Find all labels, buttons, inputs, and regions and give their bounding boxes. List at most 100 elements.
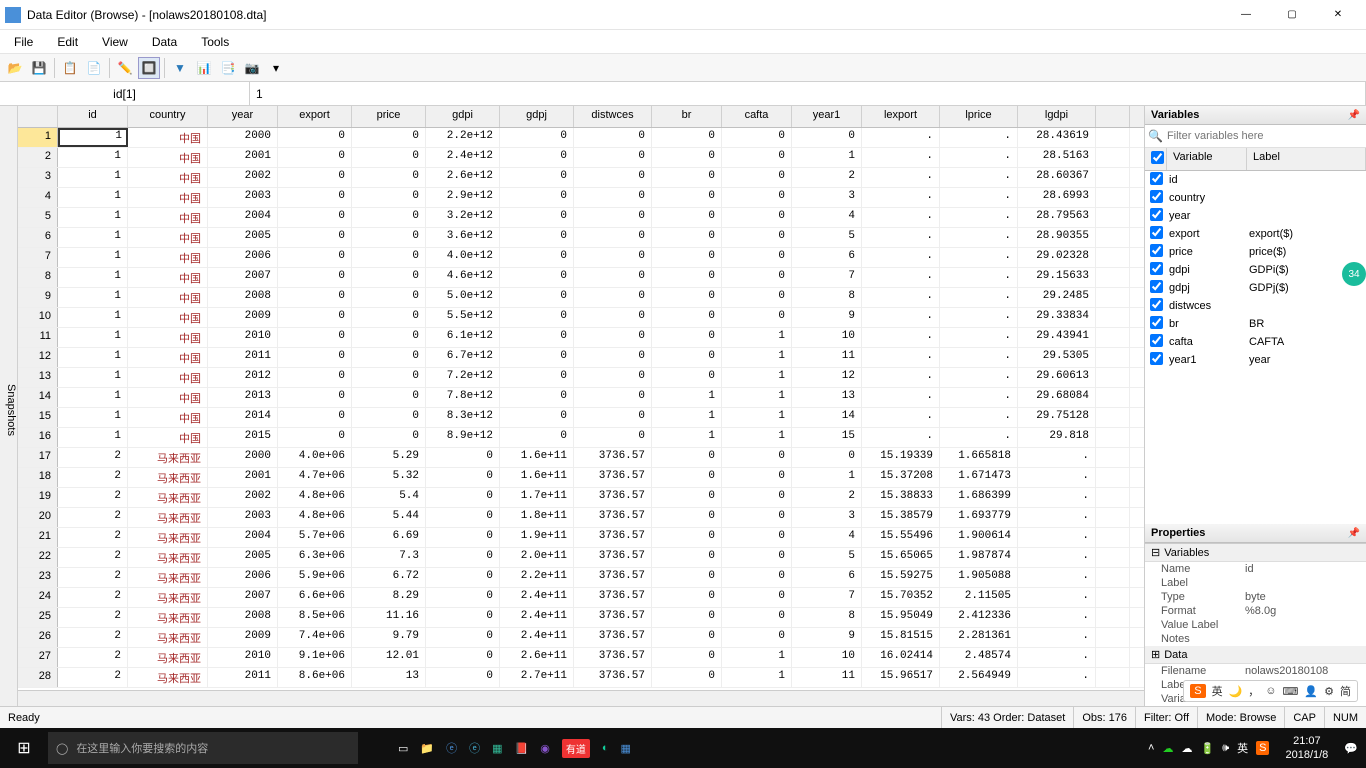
ime-keyboard-icon[interactable]: ⌨ bbox=[1283, 685, 1299, 698]
table-row[interactable]: 61中国2005003.6e+1200005..28.90355 bbox=[18, 228, 1144, 248]
col-lgdpi[interactable]: lgdpi bbox=[1018, 106, 1096, 127]
cell-lexport[interactable]: 15.38833 bbox=[862, 488, 940, 507]
app-icon[interactable]: ◉ bbox=[540, 742, 550, 755]
cell-id[interactable]: 1 bbox=[58, 128, 128, 147]
cell-lexport[interactable]: 15.95049 bbox=[862, 608, 940, 627]
cell-br[interactable]: 0 bbox=[652, 228, 722, 247]
cell-gdpi[interactable]: 3.6e+12 bbox=[426, 228, 500, 247]
cell-price[interactable]: 6.72 bbox=[352, 568, 426, 587]
cell-country[interactable]: 马来西亚 bbox=[128, 448, 208, 467]
cell-lgdpi[interactable]: . bbox=[1018, 628, 1096, 647]
open-icon[interactable]: 📂 bbox=[4, 57, 26, 79]
start-button[interactable]: ⊞ bbox=[0, 728, 48, 768]
cell-gdpj[interactable]: 1.6e+11 bbox=[500, 468, 574, 487]
cell-lgdpj[interactable] bbox=[1096, 508, 1130, 527]
cell-id[interactable]: 2 bbox=[58, 568, 128, 587]
cell-country[interactable]: 中国 bbox=[128, 428, 208, 447]
cell-price[interactable]: 0 bbox=[352, 208, 426, 227]
cell-id[interactable]: 2 bbox=[58, 628, 128, 647]
ime-moon-icon[interactable]: 🌙 bbox=[1229, 685, 1243, 698]
table-row[interactable]: 121中国2011006.7e+12000111..29.5305 bbox=[18, 348, 1144, 368]
cell-lgdpj[interactable] bbox=[1096, 308, 1130, 327]
cell-year1[interactable]: 13 bbox=[792, 388, 862, 407]
cell-lgdpj[interactable] bbox=[1096, 488, 1130, 507]
cell-year1[interactable]: 6 bbox=[792, 248, 862, 267]
cell-gdpj[interactable]: 0 bbox=[500, 168, 574, 187]
variable-row[interactable]: gdpiGDPi($) bbox=[1145, 261, 1366, 279]
cell-country[interactable]: 中国 bbox=[128, 328, 208, 347]
cell-br[interactable]: 0 bbox=[652, 148, 722, 167]
cell-gdpj[interactable]: 2.7e+11 bbox=[500, 668, 574, 687]
cell-lgdpj[interactable] bbox=[1096, 128, 1130, 147]
cell-id[interactable]: 1 bbox=[58, 248, 128, 267]
cell-price[interactable]: 8.29 bbox=[352, 588, 426, 607]
cell-cafta[interactable]: 0 bbox=[722, 568, 792, 587]
row-number[interactable]: 23 bbox=[18, 568, 58, 587]
table-row[interactable]: 202马来西亚20034.8e+065.4401.8e+113736.57003… bbox=[18, 508, 1144, 528]
cell-lgdpi[interactable]: 28.6993 bbox=[1018, 188, 1096, 207]
var-checkbox[interactable] bbox=[1150, 190, 1163, 203]
var-checkbox[interactable] bbox=[1150, 352, 1163, 365]
cell-distwces[interactable]: 0 bbox=[574, 248, 652, 267]
cell-distwces[interactable]: 0 bbox=[574, 388, 652, 407]
table-row[interactable]: 161中国2015008.9e+12001115..29.818 bbox=[18, 428, 1144, 448]
row-number[interactable]: 3 bbox=[18, 168, 58, 187]
col-lexport[interactable]: lexport bbox=[862, 106, 940, 127]
cell-year1[interactable]: 4 bbox=[792, 208, 862, 227]
cell-year[interactable]: 2007 bbox=[208, 268, 278, 287]
cell-gdpi[interactable]: 8.3e+12 bbox=[426, 408, 500, 427]
cell-lgdpi[interactable]: 29.02328 bbox=[1018, 248, 1096, 267]
cell-year1[interactable]: 7 bbox=[792, 268, 862, 287]
cell-br[interactable]: 0 bbox=[652, 368, 722, 387]
cell-cafta[interactable]: 1 bbox=[722, 348, 792, 367]
cell-gdpj[interactable]: 1.6e+11 bbox=[500, 448, 574, 467]
table-row[interactable]: 222马来西亚20056.3e+067.302.0e+113736.570051… bbox=[18, 548, 1144, 568]
row-number[interactable]: 17 bbox=[18, 448, 58, 467]
snapshots-tab[interactable]: Snapshots bbox=[0, 106, 18, 706]
ime-lang-label[interactable]: 英 bbox=[1212, 683, 1223, 699]
cell-price[interactable]: 13 bbox=[352, 668, 426, 687]
row-number[interactable]: 18 bbox=[18, 468, 58, 487]
table-row[interactable]: 91中国2008005.0e+1200008..29.2485 bbox=[18, 288, 1144, 308]
cell-lgdpi[interactable]: 28.79563 bbox=[1018, 208, 1096, 227]
cell-gdpi[interactable]: 3.2e+12 bbox=[426, 208, 500, 227]
cell-id[interactable]: 2 bbox=[58, 648, 128, 667]
cell-br[interactable]: 0 bbox=[652, 528, 722, 547]
table-row[interactable]: 71中国2006004.0e+1200006..29.02328 bbox=[18, 248, 1144, 268]
cell-export[interactable]: 0 bbox=[278, 228, 352, 247]
data-grid[interactable]: id country year export price gdpi gdpj d… bbox=[18, 106, 1144, 706]
table-row[interactable]: 212马来西亚20045.7e+066.6901.9e+113736.57004… bbox=[18, 528, 1144, 548]
cell-price[interactable]: 5.4 bbox=[352, 488, 426, 507]
cell-br[interactable]: 0 bbox=[652, 448, 722, 467]
cell-price[interactable]: 0 bbox=[352, 168, 426, 187]
table-row[interactable]: 272马来西亚20109.1e+0612.0102.6e+113736.5701… bbox=[18, 648, 1144, 668]
cell-lprice[interactable]: 1.693779 bbox=[940, 508, 1018, 527]
cell-gdpi[interactable]: 0 bbox=[426, 588, 500, 607]
cell-ref[interactable]: id[1] bbox=[0, 82, 250, 105]
cell-lgdpj[interactable] bbox=[1096, 348, 1130, 367]
cell-gdpi[interactable]: 5.5e+12 bbox=[426, 308, 500, 327]
cell-distwces[interactable]: 3736.57 bbox=[574, 568, 652, 587]
cell-year[interactable]: 2006 bbox=[208, 248, 278, 267]
cell-year1[interactable]: 3 bbox=[792, 188, 862, 207]
wechat-icon[interactable]: ☁ bbox=[1162, 742, 1173, 755]
cell-year1[interactable]: 6 bbox=[792, 568, 862, 587]
row-number[interactable]: 10 bbox=[18, 308, 58, 327]
variable-row[interactable]: priceprice($) bbox=[1145, 243, 1366, 261]
cell-lgdpi[interactable]: 29.60613 bbox=[1018, 368, 1096, 387]
cell-br[interactable]: 0 bbox=[652, 348, 722, 367]
table-row[interactable]: 242马来西亚20076.6e+068.2902.4e+113736.57007… bbox=[18, 588, 1144, 608]
cell-lgdpi[interactable]: . bbox=[1018, 508, 1096, 527]
cell-export[interactable]: 4.8e+06 bbox=[278, 508, 352, 527]
cell-year1[interactable]: 10 bbox=[792, 328, 862, 347]
cell-export[interactable]: 4.8e+06 bbox=[278, 488, 352, 507]
cell-gdpj[interactable]: 0 bbox=[500, 248, 574, 267]
cell-export[interactable]: 0 bbox=[278, 168, 352, 187]
cell-id[interactable]: 1 bbox=[58, 348, 128, 367]
variable-row[interactable]: year bbox=[1145, 207, 1366, 225]
var-col-header[interactable]: Variable bbox=[1167, 148, 1247, 170]
properties-pane-header[interactable]: Properties 📌 bbox=[1145, 524, 1366, 543]
var-checkbox[interactable] bbox=[1150, 334, 1163, 347]
cell-export[interactable]: 8.5e+06 bbox=[278, 608, 352, 627]
cell-gdpj[interactable]: 2.4e+11 bbox=[500, 608, 574, 627]
